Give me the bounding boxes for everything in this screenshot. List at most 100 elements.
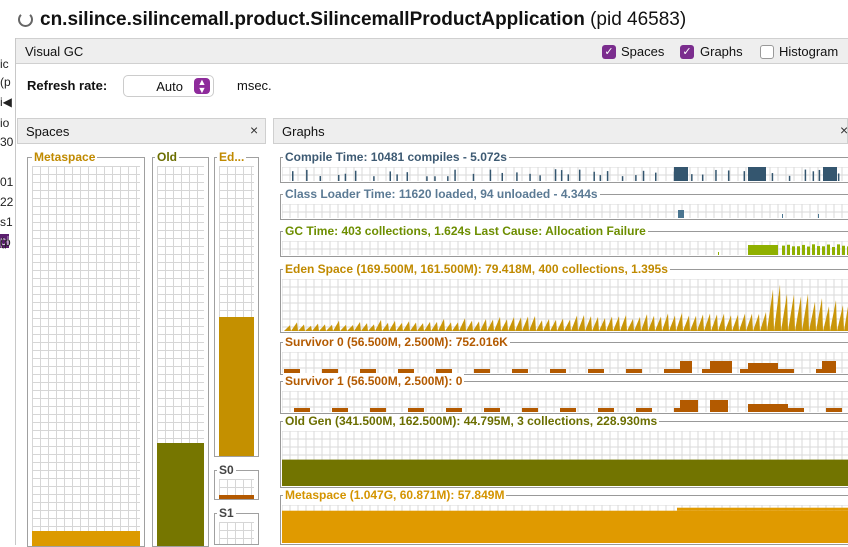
space-grid	[219, 479, 254, 499]
graph-bar	[332, 408, 348, 412]
graph-bar	[550, 369, 566, 373]
graph-label: Compile Time: 10481 compiles - 5.072s	[283, 150, 509, 164]
graph-bar	[522, 408, 538, 412]
space-label: S1	[217, 506, 236, 520]
space-grid	[32, 166, 140, 546]
graph-bar	[748, 245, 778, 255]
graph-bar	[626, 369, 642, 373]
space-label: S0	[217, 463, 236, 477]
spaces-checkbox-label[interactable]: Spaces	[621, 44, 664, 59]
graphs-panel: Compile Time: 10481 compiles - 5.072s Cla…	[273, 145, 848, 545]
graph-bar	[832, 246, 835, 255]
graph-bar	[512, 369, 528, 373]
graph-bar	[674, 167, 688, 181]
graph-canvas	[282, 391, 848, 412]
space-column: Old	[152, 150, 209, 547]
graph-bar	[447, 176, 449, 181]
graph-bar	[802, 244, 805, 255]
refresh-rate-label: Refresh rate:	[27, 78, 108, 93]
loading-spinner-icon	[18, 12, 33, 27]
histogram-checkbox[interactable]	[760, 45, 774, 59]
graph-canvas	[282, 167, 848, 181]
graph-bar	[560, 170, 563, 181]
graph-bar	[396, 174, 398, 181]
graph-sawtooth	[676, 312, 683, 331]
graph-bar	[489, 169, 492, 181]
spaces-panel-header: Spaces ×	[17, 118, 266, 144]
space-grid	[219, 166, 254, 456]
space-label: Metaspace	[32, 150, 98, 164]
graph-bar	[598, 408, 614, 412]
spaces-checkbox[interactable]: ✓	[602, 45, 616, 59]
graph-bar	[474, 369, 490, 373]
graph-bar	[678, 210, 684, 218]
graph-bar	[771, 173, 774, 181]
graph-bar	[748, 363, 778, 373]
graph-bar	[710, 400, 728, 412]
graph-bar	[434, 176, 436, 181]
graph-area	[677, 507, 848, 511]
graph-sawtooth	[683, 315, 690, 331]
graph-bar	[778, 369, 794, 373]
graph-bar	[446, 408, 462, 412]
graph-sawtooth	[389, 320, 396, 331]
graph-sawtooth	[690, 315, 697, 331]
graphs-panel-header: Graphs ×	[273, 118, 848, 144]
graph-canvas	[282, 431, 848, 486]
graph-bar	[817, 246, 820, 255]
graph-label: Survivor 1 (56.500M, 2.500M): 0	[283, 374, 465, 388]
visual-gc-header: Visual GC ✓ Spaces ✓ Graphs Histogram	[16, 38, 848, 64]
visual-gc-tab[interactable]: Visual GC	[25, 44, 83, 59]
graph-sawtooth	[466, 320, 473, 331]
refresh-rate-select[interactable]: Auto ▲ ▼	[123, 75, 214, 97]
graph-sawtooth	[368, 324, 375, 331]
graph-canvas	[282, 505, 848, 543]
graph-canvas	[282, 204, 848, 218]
graph-bar	[539, 175, 541, 181]
window-title-bar: cn.silince.silincemall.product.Silincema…	[0, 0, 848, 38]
graph-bar	[635, 175, 637, 181]
graphs-checkbox-label[interactable]: Graphs	[700, 44, 743, 59]
graph-bar	[655, 172, 657, 181]
graph-sawtooth	[648, 315, 655, 331]
graph-sawtooth	[333, 320, 340, 331]
graph-bar	[306, 169, 308, 181]
graph-bar	[436, 369, 452, 373]
graph-label: Metaspace (1.047G, 60.871M): 57.849M	[283, 488, 507, 502]
graph-bar	[782, 245, 785, 255]
graph-bar	[294, 408, 310, 412]
graph-bar	[554, 169, 557, 181]
sidebar-fragment: 01	[0, 175, 14, 189]
sidebar-fragment: (p	[0, 235, 11, 249]
graph-sawtooth	[536, 320, 543, 331]
close-icon[interactable]: ×	[840, 122, 848, 138]
histogram-checkbox-label[interactable]: Histogram	[779, 44, 838, 59]
graph-label: GC Time: 403 collections, 1.624s Last Ca…	[283, 224, 648, 238]
graph-bar	[354, 170, 357, 181]
graph-sawtooth	[732, 314, 739, 331]
graph-bar	[516, 172, 518, 181]
graph-sawtooth	[459, 318, 466, 331]
graph-sawtooth	[837, 305, 844, 331]
graph-bar	[484, 408, 500, 412]
graph-bar	[818, 214, 819, 218]
graph-label: Class Loader Time: 11620 loaded, 94 unlo…	[283, 187, 600, 201]
space-label: Ed...	[217, 150, 247, 164]
graph-bar	[284, 369, 300, 373]
graph-sawtooth	[347, 325, 354, 331]
graph-bar	[710, 361, 732, 373]
close-icon[interactable]: ×	[250, 122, 258, 138]
graphs-checkbox[interactable]: ✓	[680, 45, 694, 59]
space-column: S0	[214, 463, 259, 500]
space-column: S1	[214, 506, 259, 545]
sidebar-fragment: 30	[0, 135, 14, 149]
graph-bar	[406, 172, 409, 181]
graph-sawtooth	[501, 319, 508, 331]
graph-bar	[501, 172, 504, 181]
graph-bar	[812, 171, 815, 181]
spaces-panel-title: Spaces	[26, 124, 70, 139]
refresh-rate-unit: msec.	[237, 78, 272, 93]
graph-sawtooth	[564, 319, 571, 331]
sidebar-fragment: (p	[0, 75, 11, 89]
space-column: Ed...	[214, 150, 259, 457]
